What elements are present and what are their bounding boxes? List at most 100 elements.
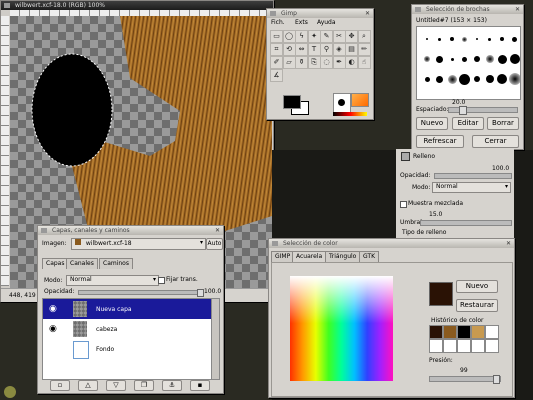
- layer-row[interactable]: ◉ Nueva capa: [43, 299, 211, 319]
- lower-layer-button[interactable]: ▽: [106, 380, 126, 391]
- brush-preview[interactable]: [436, 75, 443, 83]
- gradient-indicator[interactable]: [333, 112, 367, 116]
- fuzzy-select-tool-icon[interactable]: ✦: [307, 30, 321, 43]
- color-history-swatch[interactable]: [443, 339, 457, 353]
- brush-preview[interactable]: [474, 76, 480, 82]
- layer-mode-select[interactable]: Normal ▾: [66, 275, 159, 286]
- watercolor-palette[interactable]: [290, 276, 393, 381]
- close-icon[interactable]: ✕: [514, 6, 521, 13]
- brush-preview[interactable]: [497, 74, 507, 84]
- airbrush-tool-icon[interactable]: ⚱: [295, 56, 308, 69]
- smudge-tool-icon[interactable]: ☝: [357, 56, 371, 69]
- measure-tool-icon[interactable]: ∡: [270, 69, 283, 82]
- brush-preview[interactable]: [508, 73, 520, 85]
- scissors-tool-icon[interactable]: ✂: [332, 30, 346, 43]
- blend-tool-icon[interactable]: ▤: [345, 43, 358, 56]
- threshold-slider[interactable]: [420, 220, 512, 226]
- color-history-swatch[interactable]: [457, 325, 471, 339]
- brush-preview[interactable]: [424, 56, 430, 62]
- toolbox-titlebar[interactable]: Gimp ✕: [267, 9, 373, 18]
- color-history-swatch[interactable]: [471, 339, 485, 353]
- tab-paths[interactable]: Caminos: [99, 258, 133, 269]
- crop-tool-icon[interactable]: ⌗: [270, 43, 283, 56]
- window-menu-icon[interactable]: [270, 11, 276, 16]
- opacity-slider[interactable]: [434, 173, 512, 179]
- color-dialog-titlebar[interactable]: Selección de color ✕: [269, 239, 514, 248]
- eye-icon[interactable]: ◉: [49, 324, 57, 334]
- bezier-select-tool-icon[interactable]: ✎: [320, 30, 333, 43]
- ellipse-select-tool-icon[interactable]: ◯: [282, 30, 296, 43]
- layer-row[interactable]: Fondo: [43, 339, 211, 359]
- color-history-swatch[interactable]: [485, 325, 499, 339]
- rect-select-tool-icon[interactable]: ▭: [270, 30, 283, 43]
- anchor-layer-button[interactable]: ⚓: [162, 380, 182, 391]
- color-history-swatch[interactable]: [471, 325, 485, 339]
- brush-preview[interactable]: [474, 56, 480, 62]
- edit-brush-button[interactable]: Editar: [452, 117, 484, 130]
- duplicate-layer-button[interactable]: ❐: [134, 380, 154, 391]
- vertical-ruler[interactable]: [1, 16, 9, 286]
- brush-preview[interactable]: [438, 37, 441, 41]
- raise-layer-button[interactable]: △: [78, 380, 98, 391]
- menu-help[interactable]: Ayuda: [317, 19, 336, 26]
- convolve-tool-icon[interactable]: ◌: [320, 56, 333, 69]
- brush-preview[interactable]: [436, 55, 443, 63]
- bucket-fill-tool-icon[interactable]: ◈: [332, 43, 346, 56]
- tab-triangle[interactable]: Triángulo: [325, 251, 361, 262]
- window-menu-icon[interactable]: [41, 228, 47, 233]
- foreground-color-swatch[interactable]: [283, 95, 301, 109]
- close-button[interactable]: Cerrar: [472, 135, 519, 148]
- brush-preview[interactable]: [512, 36, 517, 42]
- tab-layers[interactable]: Capas: [42, 258, 69, 269]
- mode-select[interactable]: Normal ▾: [432, 182, 511, 193]
- brush-grid[interactable]: [416, 26, 521, 100]
- new-color-button[interactable]: Nuevo: [456, 280, 498, 293]
- sample-merged-checkbox[interactable]: [400, 201, 407, 208]
- image-window-titlebar[interactable]: wilbwert.xcf-18.0 (RGB) 100%: [1, 1, 273, 10]
- brush-preview[interactable]: [450, 57, 454, 61]
- ink-tool-icon[interactable]: ✒: [332, 56, 346, 69]
- brush-preview[interactable]: [447, 74, 457, 84]
- keep-trans-checkbox[interactable]: [158, 277, 165, 284]
- tab-gimp[interactable]: GIMP: [271, 251, 295, 262]
- desktop-icon[interactable]: [4, 386, 16, 398]
- pencil-tool-icon[interactable]: ✏: [357, 43, 371, 56]
- restore-color-button[interactable]: Restaurar: [456, 299, 498, 312]
- window-menu-icon[interactable]: [4, 3, 10, 8]
- close-icon[interactable]: ✕: [364, 10, 371, 17]
- layers-dialog-titlebar[interactable]: Capas, canales y caminos ✕: [38, 226, 223, 235]
- brush-preview[interactable]: [426, 38, 428, 40]
- brush-preview[interactable]: [488, 37, 491, 41]
- color-history-swatch[interactable]: [485, 339, 499, 353]
- color-picker-tool-icon[interactable]: ⚲: [320, 43, 333, 56]
- clone-tool-icon[interactable]: ⎘: [307, 56, 321, 69]
- layer-list-scrollbar[interactable]: [211, 298, 220, 380]
- auto-button[interactable]: Auto: [206, 238, 223, 250]
- spacing-slider[interactable]: [448, 106, 518, 115]
- window-menu-icon[interactable]: [272, 241, 278, 246]
- color-history-swatch[interactable]: [457, 339, 471, 353]
- tab-channels[interactable]: Canales: [66, 258, 98, 269]
- menu-file[interactable]: Fich.: [271, 19, 285, 26]
- brush-preview[interactable]: [500, 37, 504, 41]
- free-select-tool-icon[interactable]: ϟ: [295, 30, 308, 43]
- new-brush-button[interactable]: Nuevo: [416, 117, 448, 130]
- delete-brush-button[interactable]: Borrar: [487, 117, 519, 130]
- flip-tool-icon[interactable]: ⇔: [295, 43, 308, 56]
- pressure-slider[interactable]: [429, 375, 501, 384]
- brush-preview[interactable]: [485, 55, 494, 63]
- brush-preview[interactable]: [462, 56, 467, 62]
- brush-indicator[interactable]: [333, 93, 351, 113]
- brush-preview[interactable]: [459, 73, 470, 85]
- transform-tool-icon[interactable]: ⟲: [282, 43, 296, 56]
- text-tool-icon[interactable]: T: [307, 43, 321, 56]
- tab-gtk[interactable]: GTK: [359, 251, 380, 262]
- layer-opacity-slider[interactable]: [78, 289, 204, 297]
- brush-preview[interactable]: [424, 76, 430, 82]
- magnify-tool-icon[interactable]: ⌕: [357, 30, 371, 43]
- window-menu-icon[interactable]: [415, 7, 421, 12]
- tab-watercolor[interactable]: Acuarela: [292, 251, 327, 262]
- brush-preview[interactable]: [497, 54, 507, 64]
- refresh-brushes-button[interactable]: Refrescar: [416, 135, 464, 148]
- eye-icon[interactable]: ◉: [49, 304, 57, 314]
